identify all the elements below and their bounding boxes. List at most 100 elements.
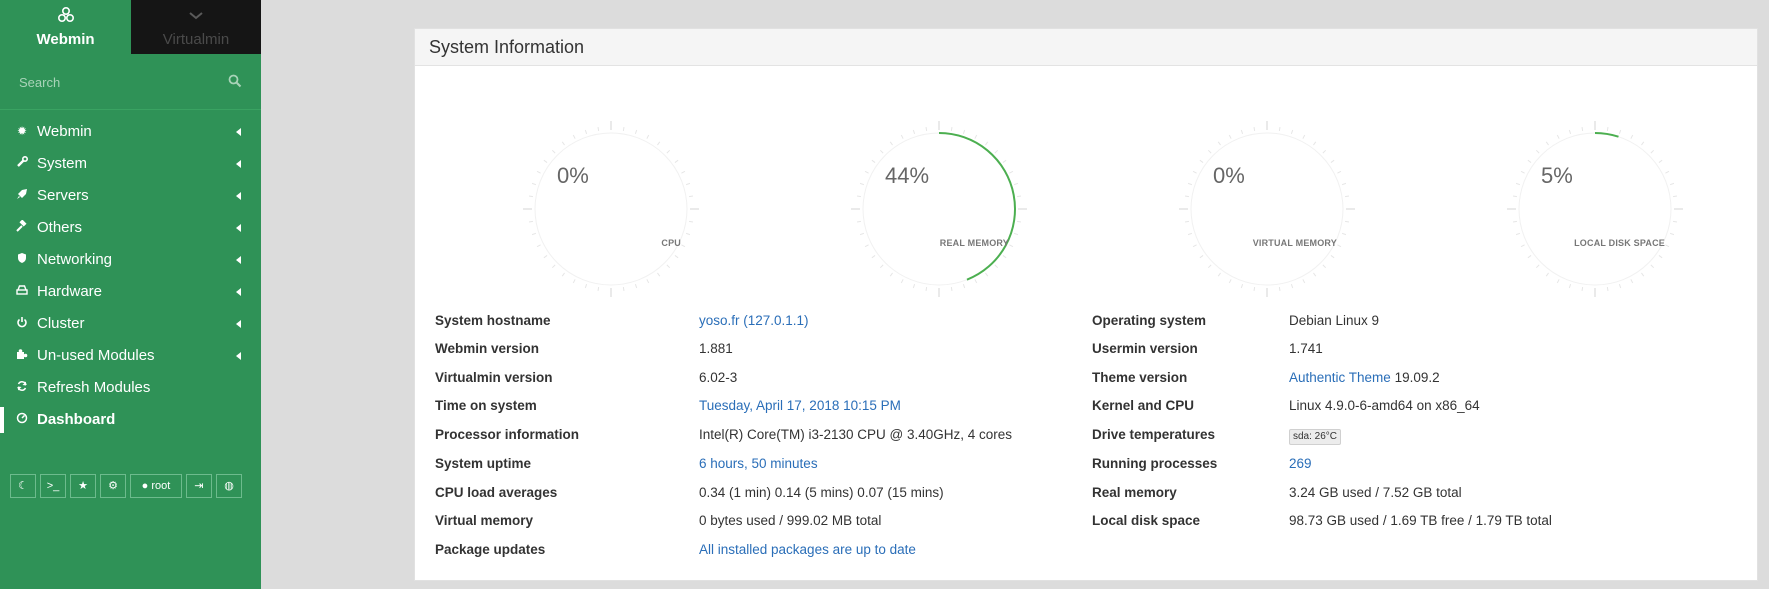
label-cpu-load-averages: CPU load averages — [435, 485, 558, 500]
gauge-tick — [1009, 244, 1014, 248]
gauge-tick — [871, 255, 876, 259]
power-icon — [16, 316, 28, 330]
gauge-tick — [985, 272, 989, 277]
gauge-tick — [1527, 255, 1532, 259]
sidebar-item-unused-modules[interactable]: Un-used Modules — [0, 340, 261, 372]
theme-link[interactable]: Authentic Theme — [1289, 370, 1391, 385]
gauge-tick — [551, 264, 556, 269]
value-running-processes[interactable]: 269 — [1289, 456, 1312, 471]
value-kernel-and-cpu: Linux 4.9.0-6-amd64 on x86_64 — [1289, 398, 1480, 413]
sidebar-item-system[interactable]: System — [0, 148, 261, 180]
sidebar-item-webmin[interactable]: ✹ Webmin — [0, 116, 261, 148]
sidebar-item-hardware[interactable]: Hardware — [0, 276, 261, 308]
gauge-tick — [1545, 272, 1549, 277]
gauge-tick — [1253, 286, 1256, 292]
value-system-hostname[interactable]: yoso.fr (127.0.1.1) — [699, 313, 809, 328]
gauge-tick — [681, 244, 686, 248]
gauge-tick — [912, 129, 916, 135]
gauge-tick — [561, 272, 565, 277]
gauge-tick — [912, 283, 916, 289]
terminal-button[interactable]: >_ — [40, 474, 66, 498]
gauge-label: LOCAL DISK SPACE — [1574, 238, 1665, 248]
gauge-tick — [1313, 141, 1317, 146]
tab-webmin[interactable]: Webmin — [0, 0, 131, 54]
gauge-tick — [536, 244, 541, 248]
panel-header[interactable]: System Information — [415, 29, 1757, 66]
night-mode-button[interactable]: ☾ — [10, 474, 36, 498]
sidebar-item-label: Networking — [37, 251, 113, 268]
gauge-tick — [856, 195, 862, 198]
value-processor-information: Intel(R) Core(TM) i3-2130 CPU @ 3.40GHz,… — [699, 427, 1013, 442]
gauge-tick — [1535, 264, 1540, 269]
gauge-tick — [1630, 134, 1634, 139]
sidebar-item-networking[interactable]: Networking — [0, 244, 261, 276]
tab-virtualmin[interactable]: Virtualmin — [131, 0, 261, 54]
gauge-tick — [1515, 232, 1521, 236]
sidebar-item-servers[interactable]: Servers — [0, 180, 261, 212]
gauge-tick — [674, 255, 679, 259]
gauge-tick — [1337, 170, 1342, 174]
gauge-tick — [925, 126, 928, 132]
gauge-tick — [531, 232, 537, 236]
gauge-tick — [950, 126, 953, 132]
tab-virtualmin-label: Virtualmin — [162, 31, 230, 48]
moon-icon: ☾ — [18, 480, 28, 492]
gauge-tick — [1556, 134, 1560, 139]
label-processor-information: Processor information — [435, 427, 580, 442]
sidebar-item-others[interactable]: Others — [0, 212, 261, 244]
sidebar-item-label: Refresh Modules — [37, 379, 151, 396]
sidebar-item-label: Cluster — [37, 315, 85, 332]
hdd-icon — [16, 284, 28, 298]
language-button[interactable]: ◍ — [216, 474, 242, 498]
label-running-processes: Running processes — [1092, 456, 1218, 471]
logout-button[interactable]: ⇥ — [186, 474, 212, 498]
value-package-updates[interactable]: All installed packages are up to date — [699, 542, 916, 557]
caret-left-icon — [236, 256, 241, 264]
refresh-icon — [16, 380, 28, 394]
user-button[interactable]: ● root — [130, 474, 182, 498]
gauge-real-memory: 44% REAL MEMORY — [849, 119, 1029, 299]
gauge-label: VIRTUAL MEMORY — [1252, 238, 1337, 248]
gauge-tick — [674, 159, 679, 163]
value-system-uptime[interactable]: 6 hours, 50 minutes — [699, 456, 818, 471]
gauge-tick — [622, 126, 625, 132]
value-usermin-version: 1.741 — [1289, 341, 1323, 356]
gauge-tick — [1515, 182, 1521, 186]
gauge-tick — [1002, 159, 1007, 163]
settings-button[interactable]: ⚙ — [100, 474, 126, 498]
gauge-tick — [572, 134, 576, 139]
dashboard-icon — [16, 412, 28, 426]
gauge-tick — [597, 286, 600, 292]
gauge-tick — [1641, 141, 1645, 146]
sidebar-item-label: Webmin — [37, 123, 92, 140]
gauge-tick — [1665, 244, 1670, 248]
gauge-tick — [1322, 149, 1327, 154]
gauge-tick — [1520, 170, 1525, 174]
label-system-uptime: System uptime — [435, 456, 532, 471]
gauge-tick — [1520, 244, 1525, 248]
gauge-tick — [1512, 195, 1518, 198]
sidebar-item-label: System — [37, 155, 88, 172]
gauge-tick — [666, 149, 671, 154]
gauge-tick — [994, 264, 999, 269]
sidebar-item-refresh-modules[interactable]: Refresh Modules — [0, 372, 261, 404]
gauge-tick — [543, 255, 548, 259]
gauge-tick — [871, 159, 876, 163]
gauge-tick — [584, 129, 588, 135]
value-operating-system: Debian Linux 9 — [1289, 313, 1380, 328]
favorites-button[interactable]: ★ — [70, 474, 96, 498]
value-time-on-system[interactable]: Tuesday, April 17, 2018 10:15 PM — [699, 398, 901, 413]
sidebar-item-cluster[interactable]: Cluster — [0, 308, 261, 340]
gauge-tick — [1545, 141, 1549, 146]
sidebar-item-dashboard[interactable]: Dashboard — [0, 404, 261, 436]
sidebar-item-label: Others — [37, 219, 83, 236]
label-package-updates: Package updates — [435, 542, 546, 557]
gauge-tick — [1606, 126, 1609, 132]
gauge-tick — [1290, 129, 1294, 135]
search-input[interactable] — [17, 71, 221, 93]
gauge-tick — [1302, 134, 1306, 139]
search-icon[interactable] — [228, 74, 244, 90]
gauge-tick — [1228, 134, 1232, 139]
gauge-tick — [1290, 283, 1294, 289]
gauge-tick — [1013, 182, 1019, 186]
